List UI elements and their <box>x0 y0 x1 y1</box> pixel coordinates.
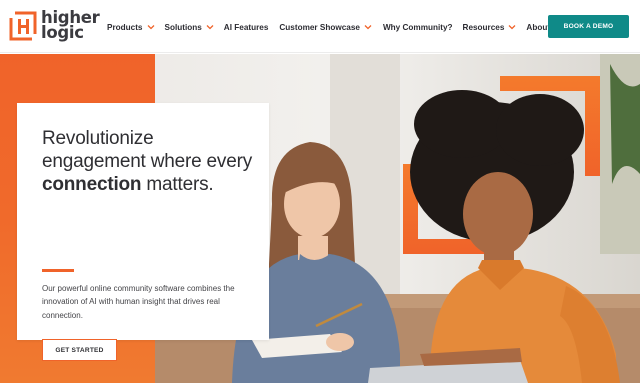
book-demo-button[interactable]: BOOK A DEMO <box>548 15 629 38</box>
hero-headline: Revolutionize engagement where every con… <box>42 127 262 196</box>
chevron-down-icon <box>508 25 516 30</box>
headline-emphasis: connection <box>42 174 142 195</box>
main-nav: Products Solutions AI Features Customer … <box>107 19 562 35</box>
nav-ai-features-label: AI Features <box>223 22 269 32</box>
nav-solutions-label: Solutions <box>164 22 202 32</box>
site-header: higher logic Products Solutions AI Featu… <box>0 0 640 53</box>
nav-resources-label: Resources <box>462 22 505 32</box>
nav-ai-features[interactable]: AI Features <box>224 19 269 35</box>
hero-card: Revolutionize engagement where every con… <box>17 103 269 361</box>
nav-solutions[interactable]: Solutions <box>165 19 214 35</box>
nav-customer-showcase-label: Customer Showcase <box>279 22 360 32</box>
headline-divider <box>42 269 74 272</box>
nav-products-label: Products <box>107 22 143 32</box>
nav-about-label: About <box>526 22 551 32</box>
logo-line-2: logic <box>41 23 84 42</box>
hero-description: Our powerful online community software c… <box>42 284 235 320</box>
chevron-down-icon <box>147 25 154 30</box>
headline-text: Revolutionize engagement where every <box>42 128 253 172</box>
higher-logic-logo-icon <box>9 11 37 41</box>
nav-resources[interactable]: Resources <box>463 19 517 35</box>
nav-why-community[interactable]: Why Community? <box>383 19 453 35</box>
nav-customer-showcase[interactable]: Customer Showcase <box>279 19 372 35</box>
headline-text-end: matters. <box>141 174 214 195</box>
chevron-down-icon <box>206 25 214 30</box>
logo[interactable]: higher logic <box>9 9 100 45</box>
nav-products[interactable]: Products <box>107 19 155 35</box>
nav-why-community-label: Why Community? <box>382 22 453 32</box>
logo-wordmark: higher logic <box>41 9 105 42</box>
chevron-down-icon <box>364 25 372 30</box>
get-started-button[interactable]: GET STARTED <box>42 339 117 361</box>
hero-section: Revolutionize engagement where every con… <box>0 54 640 383</box>
